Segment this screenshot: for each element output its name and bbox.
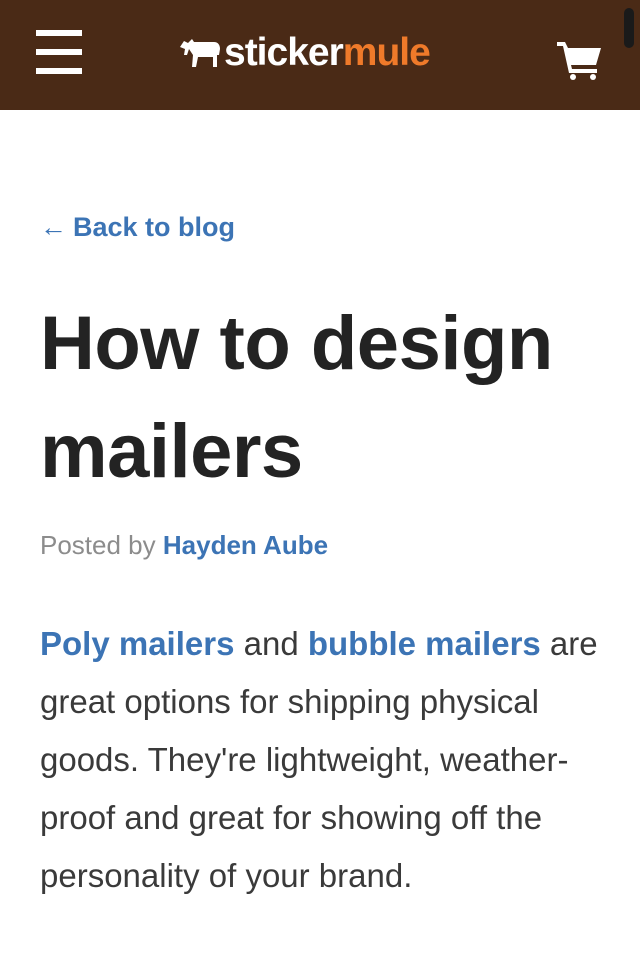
menu-line: [36, 68, 82, 74]
logo-word-mule: mule: [342, 31, 431, 74]
byline-prefix: Posted by: [40, 530, 156, 560]
article-intro-paragraph: Poly mailers and bubble mailers are grea…: [40, 615, 620, 905]
shopping-cart-icon[interactable]: [555, 38, 605, 80]
intro-text: are great options for shipping physical …: [40, 625, 598, 894]
author-link[interactable]: Hayden Aube: [163, 530, 328, 560]
intro-conjunction: and: [234, 625, 308, 662]
logo-word-sticker: sticker: [224, 31, 344, 74]
left-arrow-icon: ←: [40, 212, 67, 242]
stickermule-logo[interactable]: sticker mule: [178, 28, 431, 78]
cart-glyph: [557, 42, 601, 80]
top-navigation-bar: sticker mule: [0, 0, 640, 110]
back-to-blog-link[interactable]: ← Back to blog: [40, 212, 235, 243]
bubble-mailers-link[interactable]: bubble mailers: [308, 625, 541, 662]
poly-mailers-link[interactable]: Poly mailers: [40, 625, 234, 662]
menu-line: [36, 30, 82, 36]
hamburger-menu-icon[interactable]: [36, 30, 82, 74]
article-title: How to design mailers: [40, 301, 553, 494]
menu-line: [36, 49, 82, 55]
article-byline: Posted by Hayden Aube: [40, 530, 328, 561]
scrollbar-thumb[interactable]: [624, 8, 634, 48]
back-to-blog-label: Back to blog: [73, 212, 236, 242]
mule-icon: [180, 39, 220, 67]
